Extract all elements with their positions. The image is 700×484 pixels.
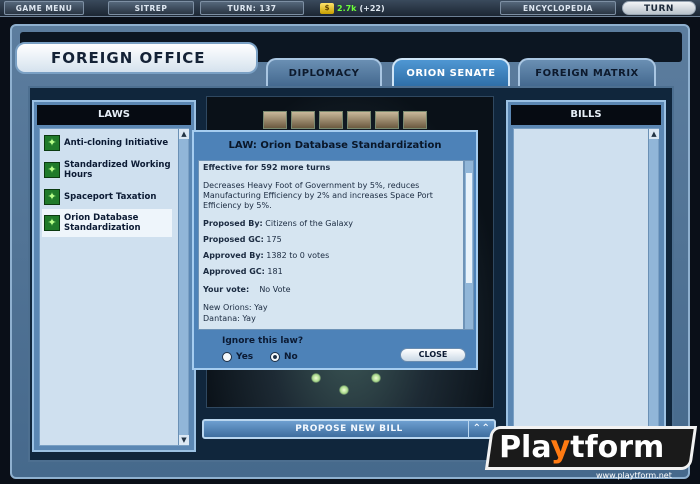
watermark-logo: Playtform <box>484 426 698 470</box>
encyclopedia-button[interactable]: ENCYCLOPEDIA <box>500 1 616 15</box>
money-icon: $ <box>320 3 334 14</box>
bills-panel: BILLS ▲ ▼ <box>506 100 666 452</box>
game-menu-button[interactable]: GAME MENU <box>4 1 84 15</box>
law-dialog: LAW: Orion Database Standardization Effe… <box>192 130 478 370</box>
page-title: FOREIGN OFFICE <box>15 42 258 74</box>
law-icon: ✦ <box>44 162 60 178</box>
proposed-gc-label: Proposed GC: <box>203 235 264 244</box>
top-bar: GAME MENU SITREP TURN: 137 $ 2.7k (+22) … <box>0 0 700 17</box>
approved-by-label: Approved By: <box>203 251 264 260</box>
law-item-database-standardization[interactable]: ✦ Orion Database Standardization <box>42 209 172 237</box>
proposed-by-value: Citizens of the Galaxy <box>265 219 353 228</box>
laws-list: ✦ Anti-cloning Initiative ✦ Standardized… <box>39 128 189 446</box>
yes-radio[interactable]: Yes <box>222 352 253 362</box>
ignore-question: Ignore this law? <box>222 336 304 346</box>
law-icon: ✦ <box>44 189 60 205</box>
laws-panel: LAWS ✦ Anti-cloning Initiative ✦ Standar… <box>32 100 196 452</box>
law-item-spaceport-taxation[interactable]: ✦ Spaceport Taxation <box>42 185 172 209</box>
approved-by-row: Approved By: 1382 to 0 votes <box>203 251 329 260</box>
propose-new-bill-button[interactable]: PROPOSE NEW BILL ⌃⌃ <box>202 419 496 439</box>
law-item-anti-cloning[interactable]: ✦ Anti-cloning Initiative <box>42 131 172 155</box>
effective-text: Effective for 592 more turns <box>203 163 331 172</box>
laws-header: LAWS <box>37 105 191 125</box>
close-button[interactable]: CLOSE <box>400 348 466 362</box>
money-value: 2.7k <box>337 4 357 13</box>
watermark-text: Playtform <box>499 430 665 465</box>
vote-row: New Orions: Yay <box>203 303 268 312</box>
propose-label: PROPOSE NEW BILL <box>295 424 403 434</box>
senator-portrait <box>347 111 371 129</box>
scroll-down-icon[interactable]: ▼ <box>179 435 189 445</box>
senator-portrait <box>375 111 399 129</box>
turn-button[interactable]: TURN <box>622 1 696 15</box>
no-label: No <box>284 352 298 362</box>
tab-orion-senate[interactable]: ORION SENATE <box>392 58 510 86</box>
approved-gc-value: 181 <box>267 267 283 276</box>
approved-by-value: 1382 to 0 votes <box>266 251 330 260</box>
approved-gc-row: Approved GC: 181 <box>203 267 283 276</box>
law-details: Effective for 592 more turns Decreases H… <box>198 160 464 330</box>
bills-header: BILLS <box>511 105 661 125</box>
tab-foreign-matrix[interactable]: FOREIGN MATRIX <box>518 58 656 86</box>
senator-portrait <box>319 111 343 129</box>
your-vote-value: No Vote <box>259 285 291 294</box>
radio-checked-icon[interactable] <box>270 352 280 362</box>
money-delta: (+22) <box>359 4 385 13</box>
senator-portrait <box>291 111 315 129</box>
law-label: Orion Database Standardization <box>64 213 141 233</box>
proposed-gc-row: Proposed GC: 175 <box>203 235 282 244</box>
law-label: Spaceport Taxation <box>64 192 157 202</box>
approved-gc-label: Approved GC: <box>203 267 265 276</box>
money-display: $ 2.7k (+22) <box>320 2 385 15</box>
dialog-title: LAW: Orion Database Standardization <box>228 140 442 151</box>
yes-label: Yes <box>236 352 254 362</box>
your-vote-label: Your vote: <box>203 285 250 294</box>
scroll-up-icon[interactable]: ▲ <box>649 129 659 139</box>
tab-diplomacy[interactable]: DIPLOMACY <box>266 58 382 86</box>
bills-list: ▲ ▼ <box>513 128 659 446</box>
turn-counter: TURN: 137 <box>200 1 304 15</box>
senator-portrait <box>403 111 427 129</box>
laws-scrollbar[interactable]: ▲ ▼ <box>178 129 189 445</box>
light-glow <box>371 373 381 383</box>
light-glow <box>311 373 321 383</box>
law-icon: ✦ <box>44 215 60 231</box>
radio-unchecked-icon[interactable] <box>222 352 232 362</box>
scroll-thumb[interactable] <box>466 173 472 283</box>
light-glow <box>339 385 349 395</box>
details-scrollbar[interactable] <box>464 160 474 330</box>
watermark-url: www.playtform.net <box>596 471 672 480</box>
bills-scrollbar[interactable]: ▲ ▼ <box>648 129 659 445</box>
proposed-by-row: Proposed By: Citizens of the Galaxy <box>203 219 353 228</box>
law-label: Anti-cloning Initiative <box>64 138 169 148</box>
law-description: Decreases Heavy Foot of Government by 5%… <box>203 181 433 210</box>
scroll-up-icon[interactable]: ▲ <box>179 129 189 139</box>
sitrep-button[interactable]: SITREP <box>108 1 194 15</box>
law-label: Standardized Working Hours <box>64 160 171 180</box>
your-vote-row: Your vote: No Vote <box>203 285 291 294</box>
proposed-by-label: Proposed By: <box>203 219 263 228</box>
senator-portrait <box>263 111 287 129</box>
no-radio[interactable]: No <box>270 352 298 362</box>
law-icon: ✦ <box>44 135 60 151</box>
proposed-gc-value: 175 <box>266 235 282 244</box>
law-item-working-hours[interactable]: ✦ Standardized Working Hours <box>42 157 172 183</box>
vote-row: Dantana: Yay <box>203 314 256 323</box>
